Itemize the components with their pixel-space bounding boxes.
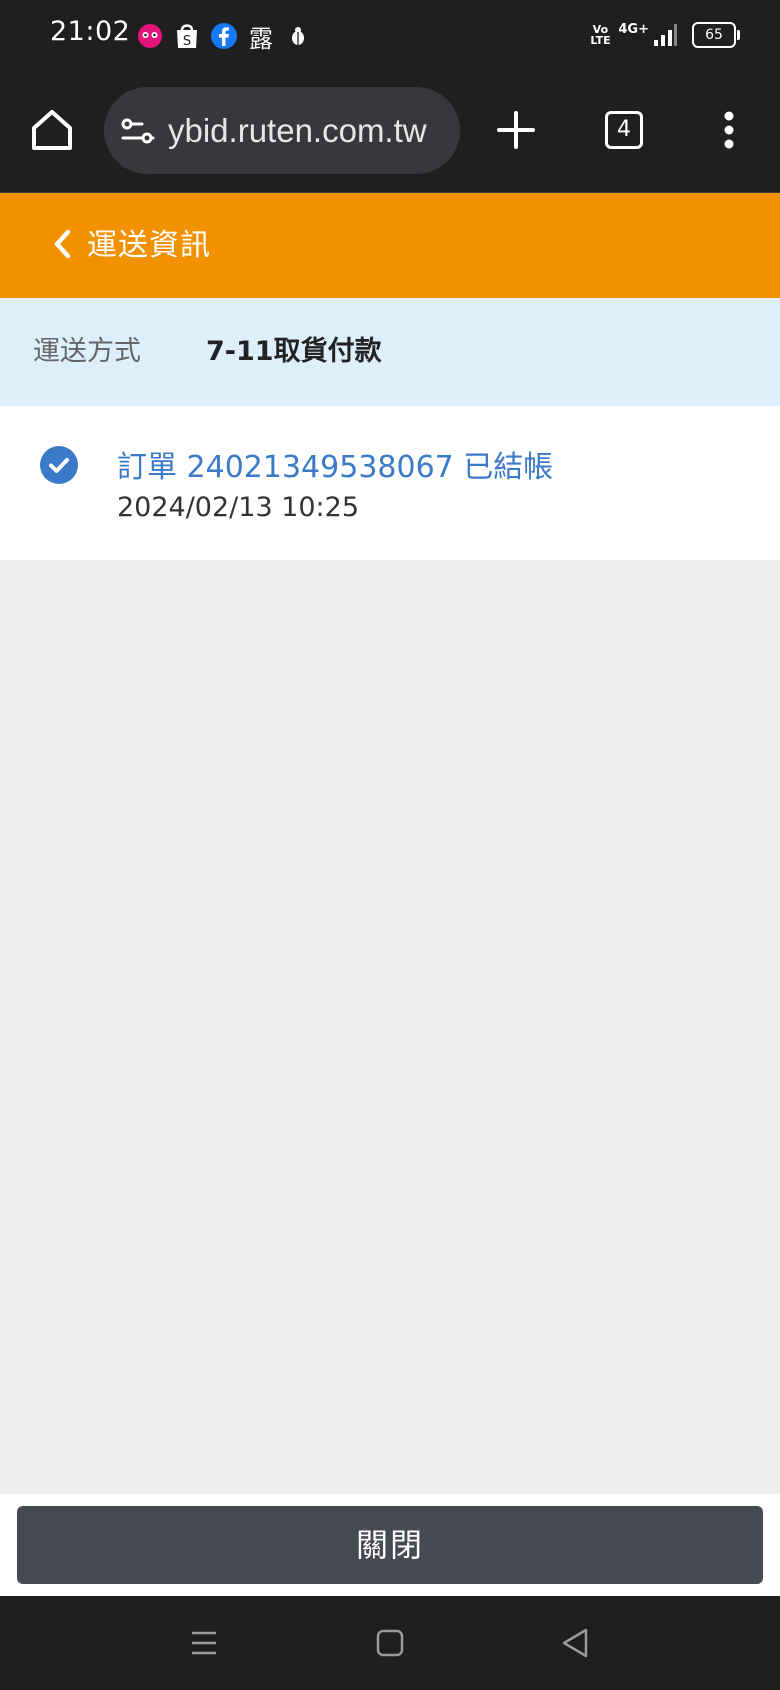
shopping-bag-icon: S — [173, 22, 201, 50]
timeline: 訂單 24021349538067 已結帳 2024/02/13 10:25 — [0, 406, 780, 560]
site-settings-icon[interactable] — [120, 113, 156, 149]
status-time: 21:02 — [50, 16, 131, 47]
app-icon: 露 — [249, 24, 273, 53]
app-bar: 運送資訊 — [0, 193, 780, 298]
home-nav-icon[interactable] — [370, 1623, 410, 1663]
network-indicator: 4G+ — [618, 22, 678, 48]
url-bar[interactable]: ybid.ruten.com.tw — [104, 87, 460, 174]
delivery-method-label: 運送方式 — [33, 336, 141, 367]
url-text[interactable]: ybid.ruten.com.tw — [168, 87, 444, 174]
foodpanda-icon — [136, 22, 164, 50]
timeline-item-title: 訂單 24021349538067 已結帳 — [117, 450, 554, 485]
facebook-icon — [210, 22, 238, 50]
more-vert-icon[interactable] — [715, 108, 743, 152]
chevron-left-icon[interactable] — [48, 227, 76, 261]
notification-icons: S 露 — [136, 20, 321, 53]
bug-icon — [284, 22, 312, 50]
svg-text:S: S — [183, 34, 191, 49]
close-button[interactable]: 關閉 — [17, 1506, 763, 1584]
page-title[interactable]: 運送資訊 — [87, 193, 211, 298]
new-tab-icon[interactable] — [494, 108, 538, 152]
recent-apps-icon[interactable] — [184, 1623, 224, 1663]
signal-icon — [654, 24, 677, 46]
tab-switcher-button[interactable]: 4 — [605, 111, 643, 149]
status-right: Vo LTE 4G+ 65 — [590, 18, 740, 52]
battery-level: 65 — [705, 27, 723, 43]
home-icon[interactable] — [28, 106, 76, 154]
volte-indicator: Vo LTE — [590, 23, 611, 47]
system-nav-bar — [0, 1596, 780, 1690]
footer: 關閉 — [0, 1494, 780, 1596]
check-circle-icon — [40, 446, 78, 484]
back-nav-icon[interactable] — [556, 1623, 596, 1663]
timeline-item-time: 2024/02/13 10:25 — [117, 492, 360, 523]
browser-toolbar: ybid.ruten.com.tw 4 — [0, 70, 780, 193]
delivery-method-value: 7-11取貨付款 — [206, 336, 382, 367]
battery-indicator: 65 — [692, 22, 740, 48]
network-type: 4G+ — [618, 22, 649, 37]
status-bar: 21:02 S 露 Vo LTE 4G+ 65 — [0, 0, 780, 70]
delivery-method-row: 運送方式 7-11取貨付款 — [0, 298, 780, 406]
